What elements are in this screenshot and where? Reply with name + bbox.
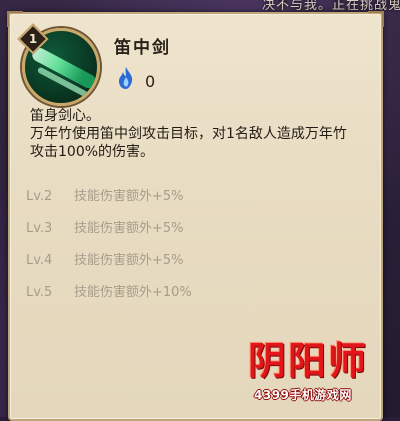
description-flavor: 笛身剑心。 bbox=[30, 108, 100, 124]
level-effect: 技能伤害额外+5% bbox=[74, 253, 184, 268]
skill-description: 笛身剑心。 万年竹使用笛中剑攻击目标，对1名敌人造成万年竹攻击100%的伤害。 bbox=[30, 107, 360, 161]
level-effect: 技能伤害额外+5% bbox=[74, 189, 184, 204]
level-label: Lv.3 bbox=[26, 221, 53, 236]
level-row: Lv.2 技能伤害额外+5% bbox=[26, 188, 356, 220]
skill-level-number: 1 bbox=[28, 32, 38, 46]
corner-ornament bbox=[7, 11, 23, 27]
level-effect: 技能伤害额外+10% bbox=[74, 285, 192, 300]
level-row: Lv.4 技能伤害额外+5% bbox=[26, 252, 356, 284]
level-upgrades: Lv.2 技能伤害额外+5% Lv.3 技能伤害额外+5% Lv.4 技能伤害额… bbox=[26, 188, 356, 316]
level-label: Lv.5 bbox=[26, 285, 53, 300]
level-row: Lv.5 技能伤害额外+10% bbox=[26, 284, 356, 316]
blue-fire-icon bbox=[119, 67, 133, 89]
level-label: Lv.4 bbox=[26, 253, 53, 268]
watermark-site: 4399手机游戏网 bbox=[254, 388, 352, 402]
watermark-logo: 阴阳师 bbox=[248, 338, 369, 383]
description-effect: 万年竹使用笛中剑攻击目标，对1名敌人造成万年竹攻击100%的伤害。 bbox=[30, 126, 347, 160]
skill-name: 笛中剑 bbox=[114, 38, 171, 58]
level-row: Lv.3 技能伤害额外+5% bbox=[26, 220, 356, 252]
corner-ornament bbox=[368, 11, 384, 27]
level-effect: 技能伤害额外+5% bbox=[74, 221, 184, 236]
level-label: Lv.2 bbox=[26, 189, 53, 204]
skill-cost: 0 bbox=[145, 72, 156, 91]
